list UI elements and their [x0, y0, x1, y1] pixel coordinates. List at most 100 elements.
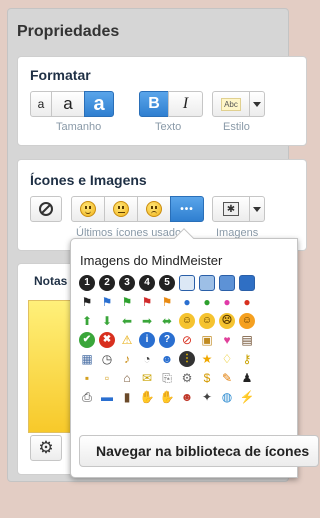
arrow-up-icon[interactable]: ⬆: [79, 313, 95, 329]
size-caption: Tamanho: [56, 121, 102, 133]
group-icon[interactable]: ☻: [179, 389, 195, 405]
stop-icon[interactable]: ⊘: [179, 332, 195, 348]
info-icon[interactable]: i: [139, 332, 155, 348]
progress-75-icon[interactable]: [239, 275, 255, 291]
magic-wand-icon[interactable]: ✦: [199, 389, 215, 405]
check-icon[interactable]: ✔: [79, 332, 95, 348]
flag-black-icon[interactable]: ⚑: [79, 294, 95, 310]
notes-settings-button[interactable]: ⚙: [30, 435, 62, 461]
arrow-left-icon[interactable]: ⬅: [119, 313, 135, 329]
globe-icon[interactable]: ◍: [219, 389, 235, 405]
bell-icon[interactable]: ♪: [119, 351, 135, 367]
alarm-icon[interactable]: ◔: [139, 351, 155, 367]
pencil-icon[interactable]: ✎: [219, 370, 235, 386]
number-4-icon[interactable]: 4: [139, 275, 155, 291]
number-1-icon[interactable]: 1: [79, 275, 95, 291]
smiley-happy-icon: [80, 201, 96, 217]
bold-button[interactable]: B: [139, 91, 169, 117]
person-icon[interactable]: ♟: [239, 370, 255, 386]
inbox-icon[interactable]: ▣: [199, 332, 215, 348]
cross-icon[interactable]: ✖: [99, 332, 115, 348]
key-icon[interactable]: ⚷: [239, 351, 255, 367]
dot-blue-icon[interactable]: ●: [179, 294, 195, 310]
images-dropdown-button[interactable]: [249, 196, 265, 222]
flag-red-icon[interactable]: ⚑: [139, 294, 155, 310]
recent-icon-sad-button[interactable]: [137, 196, 171, 222]
book-icon[interactable]: ▤: [239, 332, 255, 348]
images-button[interactable]: ✱: [212, 196, 250, 222]
font-size-small-label: a: [37, 97, 45, 111]
thumbs-up-icon[interactable]: ✋: [139, 389, 155, 405]
settings-icon[interactable]: ⚙: [179, 370, 195, 386]
remove-icon-button[interactable]: [30, 196, 62, 222]
progress-0-icon[interactable]: [179, 275, 195, 291]
heart-icon[interactable]: ♥: [219, 332, 235, 348]
dot-green-icon[interactable]: ●: [199, 294, 215, 310]
smiley-sad-icon: [146, 201, 162, 217]
unlock-icon[interactable]: ▫: [99, 370, 115, 386]
progress-25-icon[interactable]: [199, 275, 215, 291]
recent-icon-neutral-button[interactable]: [104, 196, 138, 222]
smiley-sad-icon[interactable]: ☹: [219, 313, 235, 329]
dot-red-icon[interactable]: ●: [239, 294, 255, 310]
smiley-happy-icon[interactable]: ☺: [179, 313, 195, 329]
recent-icon-happy-button[interactable]: [71, 196, 105, 222]
lightning-icon[interactable]: ⚡: [239, 389, 255, 405]
notes-card: Notas ⚙: [17, 263, 78, 475]
style-dropdown-button[interactable]: [249, 91, 265, 117]
lightbulb-icon[interactable]: ♢: [219, 351, 235, 367]
calendar-icon[interactable]: ▦: [79, 351, 95, 367]
font-size-medium-button[interactable]: a: [51, 91, 85, 117]
more-icon: •••: [180, 203, 194, 215]
panel-title: Propriedades: [17, 23, 120, 40]
number-2-icon[interactable]: 2: [99, 275, 115, 291]
no-icon-icon: [39, 202, 53, 216]
icon-picker-popup: Imagens do MindMeister 1 2 3 4 5 ⚑ ⚑ ⚑ ⚑ ⚑ ● ● ● ● ⬆ ⬇ ⬅…: [70, 228, 319, 478]
text-caption: Texto: [155, 121, 182, 133]
number-3-icon[interactable]: 3: [119, 275, 135, 291]
italic-button[interactable]: I: [168, 91, 203, 117]
more-icons-button[interactable]: •••: [170, 196, 204, 222]
bold-label: B: [148, 95, 160, 112]
printer-icon[interactable]: ⎙: [79, 389, 95, 405]
format-title: Formatar: [30, 67, 91, 83]
browse-icon-library-label: Navegar na biblioteca de ícones: [96, 443, 310, 459]
icons-title: Ícones e Imagens: [30, 172, 147, 188]
icon-grid: 1 2 3 4 5 ⚑ ⚑ ⚑ ⚑ ⚑ ● ● ● ● ⬆ ⬇ ⬅ ➡ ⬌ ☺ ☺ ☹ ☺ ✔ ✖ ⚠ i? ⊘ ▣ ♥ ▤ ▦ ◷ ♪ ◔ ☻ ⋮ ★ ♢…: [79, 275, 257, 407]
style-button[interactable]: Abc: [212, 91, 250, 117]
flag-blue-icon[interactable]: ⚑: [99, 294, 115, 310]
arrow-left-right-icon[interactable]: ⬌: [159, 313, 175, 329]
star-icon[interactable]: ★: [199, 351, 215, 367]
house-icon[interactable]: ⌂: [119, 370, 135, 386]
clock-icon[interactable]: ◷: [99, 351, 115, 367]
handshake-icon[interactable]: ✋: [159, 389, 175, 405]
question-icon[interactable]: ?: [159, 332, 175, 348]
arrow-down-icon[interactable]: ⬇: [99, 313, 115, 329]
paperclip-icon[interactable]: ⎘: [159, 370, 175, 386]
gear-icon: ⚙: [38, 438, 54, 457]
progress-50-icon[interactable]: [219, 275, 235, 291]
format-card: Formatar a a a B I Abc Tamanho Texto Est…: [17, 56, 307, 146]
warning-icon[interactable]: ⚠: [119, 332, 135, 348]
money-icon[interactable]: $: [199, 370, 215, 386]
notes-title: Notas: [34, 274, 68, 288]
briefcase-icon[interactable]: ▮: [119, 389, 135, 405]
popup-title: Imagens do MindMeister: [80, 253, 223, 268]
font-size-small-button[interactable]: a: [30, 91, 52, 117]
flag-green-icon[interactable]: ⚑: [119, 294, 135, 310]
smiley-surprised-icon[interactable]: ☺: [239, 313, 255, 329]
lock-icon[interactable]: ▪: [79, 370, 95, 386]
dot-pink-icon[interactable]: ●: [219, 294, 235, 310]
flag-orange-icon[interactable]: ⚑: [159, 294, 175, 310]
folder-blue-icon[interactable]: ▬: [99, 389, 115, 405]
font-size-medium-label: a: [63, 94, 73, 113]
mail-icon[interactable]: ✉: [139, 370, 155, 386]
browse-icon-library-button[interactable]: Navegar na biblioteca de ícones: [79, 435, 319, 467]
chevron-down-icon: [253, 206, 261, 212]
user-blue-icon[interactable]: ☻: [159, 351, 175, 367]
arrow-right-icon[interactable]: ➡: [139, 313, 155, 329]
font-size-large-button[interactable]: a: [84, 91, 114, 117]
smiley-neutral-icon[interactable]: ☺: [199, 313, 215, 329]
number-5-icon[interactable]: 5: [159, 275, 175, 291]
traffic-light-icon[interactable]: ⋮: [179, 351, 195, 367]
